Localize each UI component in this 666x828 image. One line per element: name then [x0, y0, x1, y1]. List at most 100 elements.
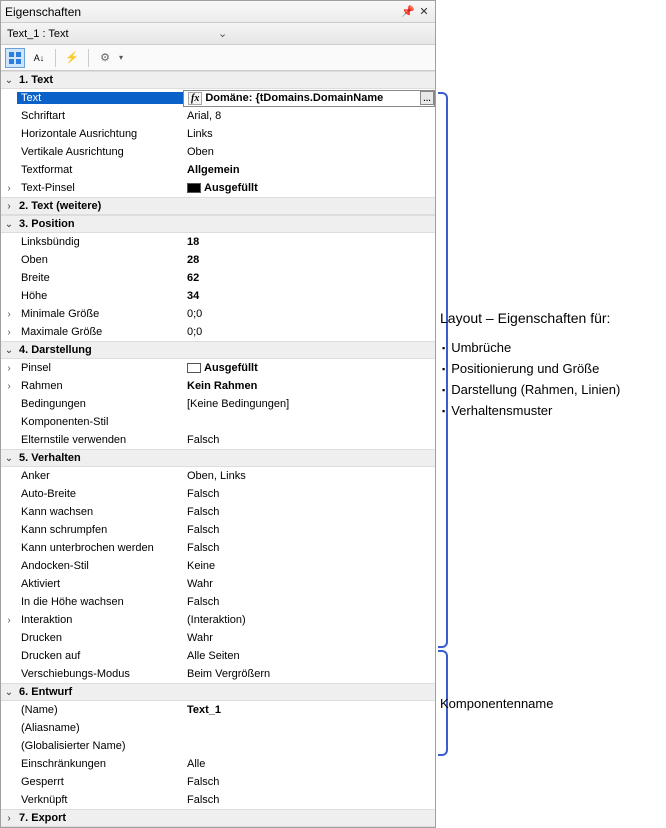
property-row[interactable]: (Globalisierter Name): [1, 737, 435, 755]
category-header[interactable]: ⌄1. Text: [1, 71, 435, 89]
property-row[interactable]: DruckenWahr: [1, 629, 435, 647]
property-row[interactable]: AktiviertWahr: [1, 575, 435, 593]
property-value[interactable]: (Interaktion): [183, 614, 435, 626]
property-value[interactable]: Alle Seiten: [183, 650, 435, 662]
property-value[interactable]: Alle: [183, 758, 435, 770]
property-value[interactable]: Kein Rahmen: [183, 380, 435, 392]
expand-icon[interactable]: ›: [1, 813, 17, 824]
category-header[interactable]: ⌄3. Position: [1, 215, 435, 233]
category-header[interactable]: ⌄6. Entwurf: [1, 683, 435, 701]
property-value[interactable]: Arial, 8: [183, 110, 435, 122]
property-value[interactable]: 34: [183, 290, 435, 302]
property-row[interactable]: GesperrtFalsch: [1, 773, 435, 791]
collapse-icon[interactable]: ⌄: [1, 219, 17, 230]
property-row[interactable]: Drucken aufAlle Seiten: [1, 647, 435, 665]
property-value[interactable]: Falsch: [183, 488, 435, 500]
property-value[interactable]: Ausgefüllt: [183, 362, 435, 374]
property-value[interactable]: 28: [183, 254, 435, 266]
property-value[interactable]: Links: [183, 128, 435, 140]
property-row[interactable]: ›PinselAusgefüllt: [1, 359, 435, 377]
property-row[interactable]: ›Text-PinselAusgefüllt: [1, 179, 435, 197]
property-value[interactable]: Wahr: [183, 632, 435, 644]
expand-icon[interactable]: ›: [1, 615, 17, 626]
expand-icon[interactable]: ›: [1, 183, 17, 194]
settings-button[interactable]: ⚙: [95, 48, 115, 68]
property-row[interactable]: Verschiebungs-ModusBeim Vergrößern: [1, 665, 435, 683]
property-row[interactable]: AnkerOben, Links: [1, 467, 435, 485]
property-row[interactable]: ›RahmenKein Rahmen: [1, 377, 435, 395]
collapse-icon[interactable]: ⌄: [1, 453, 17, 464]
pin-icon[interactable]: 📌: [401, 5, 415, 18]
category-header[interactable]: ›2. Text (weitere): [1, 197, 435, 215]
property-name: Minimale Größe: [17, 308, 183, 320]
property-value[interactable]: 0;0: [183, 326, 435, 338]
property-value[interactable]: Falsch: [183, 776, 435, 788]
property-row[interactable]: VerknüpftFalsch: [1, 791, 435, 809]
property-value[interactable]: Oben, Links: [183, 470, 435, 482]
property-value[interactable]: Allgemein: [183, 164, 435, 176]
close-icon[interactable]: ✕: [417, 5, 431, 18]
property-row[interactable]: Andocken-StilKeine: [1, 557, 435, 575]
category-header[interactable]: ⌄4. Darstellung: [1, 341, 435, 359]
property-row[interactable]: (Aliasname): [1, 719, 435, 737]
property-row[interactable]: Elternstile verwendenFalsch: [1, 431, 435, 449]
property-value[interactable]: Ausgefüllt: [183, 182, 435, 194]
property-value[interactable]: Oben: [183, 146, 435, 158]
property-row[interactable]: Kann unterbrochen werdenFalsch: [1, 539, 435, 557]
property-row[interactable]: TextfxDomäne: {tDomains.DomainName…: [1, 89, 435, 107]
property-row[interactable]: Auto-BreiteFalsch: [1, 485, 435, 503]
property-row[interactable]: Höhe34: [1, 287, 435, 305]
events-button[interactable]: ⚡: [62, 48, 82, 68]
property-value[interactable]: 62: [183, 272, 435, 284]
value-text: (Interaktion): [187, 614, 435, 626]
property-row[interactable]: Linksbündig18: [1, 233, 435, 251]
ellipsis-button[interactable]: …: [420, 91, 434, 105]
property-value[interactable]: Falsch: [183, 794, 435, 806]
expand-icon[interactable]: ›: [1, 201, 17, 212]
collapse-icon[interactable]: ⌄: [1, 345, 17, 356]
property-row[interactable]: Breite62: [1, 269, 435, 287]
expand-icon[interactable]: ›: [1, 327, 17, 338]
property-row[interactable]: Komponenten-Stil: [1, 413, 435, 431]
property-row[interactable]: SchriftartArial, 8: [1, 107, 435, 125]
property-value[interactable]: Falsch: [183, 434, 435, 446]
property-value[interactable]: [Keine Bedingungen]: [183, 398, 435, 410]
property-value[interactable]: Falsch: [183, 506, 435, 518]
property-value[interactable]: Falsch: [183, 524, 435, 536]
property-row[interactable]: ›Interaktion(Interaktion): [1, 611, 435, 629]
category-header[interactable]: ⌄5. Verhalten: [1, 449, 435, 467]
property-value[interactable]: fxDomäne: {tDomains.DomainName…: [183, 90, 435, 107]
property-row[interactable]: Horizontale AusrichtungLinks: [1, 125, 435, 143]
property-value[interactable]: 18: [183, 236, 435, 248]
property-row[interactable]: ›Maximale Größe0;0: [1, 323, 435, 341]
property-row[interactable]: Kann wachsenFalsch: [1, 503, 435, 521]
property-row[interactable]: Oben28: [1, 251, 435, 269]
alphabetical-button[interactable]: A↓: [29, 48, 49, 68]
property-row[interactable]: Kann schrumpfenFalsch: [1, 521, 435, 539]
property-value[interactable]: Text_1: [183, 704, 435, 716]
chevron-down-icon[interactable]: ⌄: [218, 27, 429, 40]
property-row[interactable]: (Name)Text_1: [1, 701, 435, 719]
category-header[interactable]: ›7. Export: [1, 809, 435, 827]
collapse-icon[interactable]: ⌄: [1, 687, 17, 698]
property-row[interactable]: EinschränkungenAlle: [1, 755, 435, 773]
property-value[interactable]: Keine: [183, 560, 435, 572]
property-row[interactable]: Bedingungen[Keine Bedingungen]: [1, 395, 435, 413]
property-value[interactable]: Beim Vergrößern: [183, 668, 435, 680]
expand-icon[interactable]: ›: [1, 381, 17, 392]
property-row[interactable]: ›Minimale Größe0;0: [1, 305, 435, 323]
property-row[interactable]: Vertikale AusrichtungOben: [1, 143, 435, 161]
expand-icon[interactable]: ›: [1, 309, 17, 320]
property-value[interactable]: Falsch: [183, 596, 435, 608]
property-value[interactable]: Falsch: [183, 542, 435, 554]
expand-icon[interactable]: ›: [1, 363, 17, 374]
property-value[interactable]: 0;0: [183, 308, 435, 320]
chevron-down-icon[interactable]: ▾: [119, 53, 123, 62]
property-row[interactable]: In die Höhe wachsenFalsch: [1, 593, 435, 611]
object-selector[interactable]: Text_1 : Text ⌄: [1, 23, 435, 45]
property-value[interactable]: Wahr: [183, 578, 435, 590]
categorized-button[interactable]: [5, 48, 25, 68]
property-row[interactable]: TextformatAllgemein: [1, 161, 435, 179]
collapse-icon[interactable]: ⌄: [1, 75, 17, 86]
fx-icon[interactable]: fx: [188, 92, 202, 105]
